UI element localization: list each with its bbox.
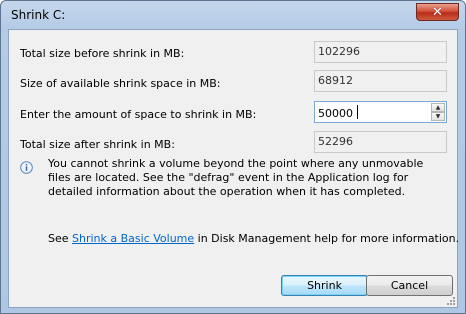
shrink-amount-input[interactable] bbox=[315, 102, 430, 122]
total-after-value: 52296 bbox=[314, 131, 447, 153]
shrink-button[interactable]: Shrink bbox=[281, 275, 368, 296]
help-prefix: See bbox=[48, 232, 73, 245]
info-message: You cannot shrink a volume beyond the po… bbox=[48, 157, 424, 198]
close-button[interactable]: ✕ bbox=[416, 3, 459, 21]
total-after-label: Total size after shrink in MB: bbox=[20, 138, 175, 151]
cancel-button[interactable]: Cancel bbox=[366, 275, 453, 296]
close-icon: ✕ bbox=[432, 4, 443, 20]
help-suffix: in Disk Management help for more informa… bbox=[194, 232, 460, 245]
spin-up-button[interactable]: ▲ bbox=[431, 103, 445, 112]
help-link[interactable]: Shrink a Basic Volume bbox=[72, 232, 194, 245]
shrink-amount-spinbox[interactable]: ▲ ▼ bbox=[314, 101, 447, 123]
resize-grip-icon[interactable] bbox=[445, 295, 455, 305]
shrink-amount-label: Enter the amount of space to shrink in M… bbox=[20, 108, 257, 121]
info-icon bbox=[20, 161, 33, 174]
available-space-value: 68912 bbox=[314, 70, 447, 92]
title-bar[interactable]: Shrink C: ✕ bbox=[1, 1, 465, 29]
text-caret bbox=[357, 105, 358, 119]
help-line: See Shrink a Basic Volume in Disk Manage… bbox=[48, 232, 459, 245]
shrink-dialog: Shrink C: ✕ Total size before shrink in … bbox=[0, 0, 466, 314]
available-space-label: Size of available shrink space in MB: bbox=[20, 77, 221, 90]
total-before-value: 102296 bbox=[314, 41, 447, 63]
dialog-content: Total size before shrink in MB: 102296 S… bbox=[8, 29, 459, 308]
spin-down-button[interactable]: ▼ bbox=[431, 112, 445, 121]
total-before-label: Total size before shrink in MB: bbox=[20, 47, 185, 60]
window-title: Shrink C: bbox=[11, 8, 66, 22]
